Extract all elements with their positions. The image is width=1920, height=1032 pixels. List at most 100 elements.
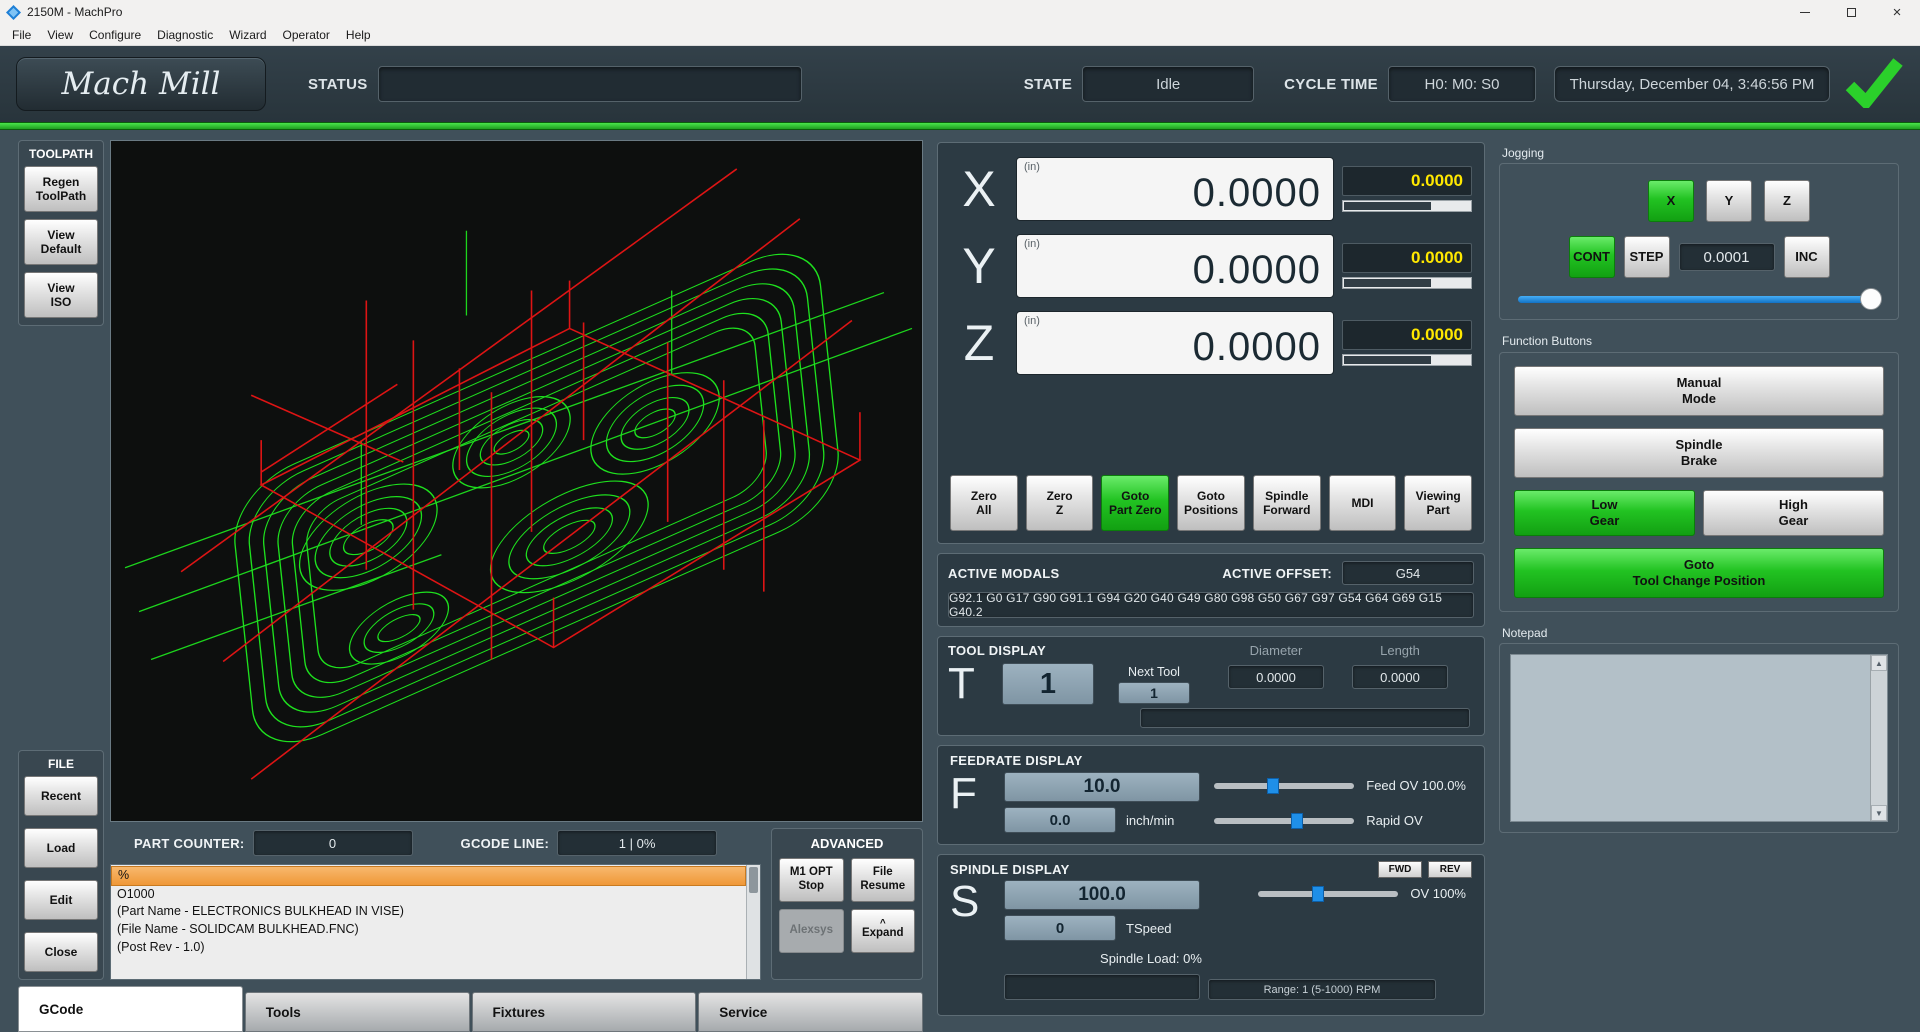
tab-tools[interactable]: Tools [244, 992, 470, 1032]
viewing-part-button[interactable]: Viewing Part [1404, 475, 1473, 531]
axis-z-dro[interactable]: (in) 0.0000 [1016, 311, 1334, 375]
menu-configure[interactable]: Configure [81, 28, 149, 42]
jogging-label: Jogging [1502, 146, 1545, 160]
spindle-forward-button[interactable]: Spindle Forward [1252, 475, 1321, 531]
menu-file[interactable]: File [4, 28, 39, 42]
jog-rate-slider-thumb[interactable] [1860, 288, 1882, 310]
jog-inc-button[interactable]: INC [1783, 236, 1830, 278]
jog-axis-y-button[interactable]: Y [1706, 180, 1752, 222]
gcode-line-current: % [111, 866, 746, 886]
scroll-down-icon[interactable]: ▼ [1871, 805, 1887, 821]
feedrate-title: FEEDRATE DISPLAY [950, 753, 1083, 768]
part-counter-label: PART COUNTER: [134, 835, 245, 851]
axis-x-scrollbar-thumb[interactable] [1344, 202, 1432, 210]
tab-service[interactable]: Service [698, 992, 923, 1032]
rapid-ov-slider[interactable] [1214, 812, 1355, 829]
axis-x-dtg-value: 0.0000 [1342, 166, 1472, 196]
rapid-ov-slider-knob[interactable] [1291, 812, 1304, 829]
app-header: Mach Mill STATUS STATE Idle CYCLE TIME H… [0, 46, 1920, 122]
brand-logo: Mach Mill [16, 57, 266, 111]
notepad-textarea[interactable]: ▲ ▼ [1510, 654, 1888, 822]
spindle-load-label: Spindle Load: 0% [1100, 951, 1202, 966]
toolpath-canvas[interactable] [110, 140, 923, 822]
goto-positions-button[interactable]: Goto Positions [1177, 475, 1245, 531]
gcode-scrollbar-thumb[interactable] [749, 867, 758, 893]
gcode-scrollbar[interactable] [746, 865, 760, 979]
spindle-brake-button[interactable]: Spindle Brake [1514, 428, 1884, 478]
jog-axis-z-button[interactable]: Z [1764, 180, 1810, 222]
scroll-up-icon[interactable]: ▲ [1871, 655, 1887, 671]
axis-z-scrollbar-thumb[interactable] [1344, 356, 1432, 364]
active-offset-field[interactable]: G54 [1342, 561, 1474, 585]
m1-opt-stop-button[interactable]: M1 OPT Stop [779, 858, 844, 902]
left-button-strip: TOOLPATH Regen ToolPath View Default Vie… [18, 140, 104, 980]
spindle-fwd-button[interactable]: FWD [1378, 861, 1422, 878]
axis-z-scrollbar[interactable] [1342, 354, 1472, 366]
axis-x-scrollbar[interactable] [1342, 200, 1472, 212]
menu-wizard[interactable]: Wizard [221, 28, 274, 42]
axis-y-letter: Y [962, 238, 996, 294]
function-buttons-section: Function Buttons Manual Mode Spindle Bra… [1499, 334, 1899, 612]
menu-help[interactable]: Help [338, 28, 379, 42]
expand-label: Expand [861, 927, 904, 940]
tab-fixtures[interactable]: Fixtures [471, 992, 697, 1032]
state-label: STATE [1023, 75, 1073, 93]
menu-operator[interactable]: Operator [275, 28, 338, 42]
manual-mode-button[interactable]: Manual Mode [1514, 366, 1884, 416]
file-edit-button[interactable]: Edit [24, 880, 98, 920]
notepad-scrollbar[interactable]: ▲ ▼ [1870, 655, 1887, 821]
view-iso-button[interactable]: View ISO [24, 272, 98, 318]
goto-part-zero-button[interactable]: Goto Part Zero [1101, 475, 1170, 531]
file-load-button[interactable]: Load [24, 828, 98, 868]
menu-bar: File View Configure Diagnostic Wizard Op… [0, 24, 1920, 46]
feed-ov-slider-knob[interactable] [1267, 777, 1280, 794]
regen-toolpath-button[interactable]: Regen ToolPath [24, 166, 98, 212]
jog-step-button[interactable]: STEP [1623, 236, 1670, 278]
spindle-title: SPINDLE DISPLAY [950, 862, 1070, 877]
high-gear-button[interactable]: High Gear [1703, 490, 1884, 536]
menu-diagnostic[interactable]: Diagnostic [149, 28, 221, 42]
low-gear-button[interactable]: Low Gear [1514, 490, 1695, 536]
file-resume-button[interactable]: File Resume [850, 858, 915, 902]
zero-z-button[interactable]: Zero Z [1025, 475, 1094, 531]
axis-y-scrollbar[interactable] [1342, 277, 1472, 289]
view-default-button[interactable]: View Default [24, 219, 98, 265]
axis-x-dro[interactable]: (in) 0.0000 [1016, 157, 1334, 221]
mdi-button[interactable]: MDI [1328, 475, 1397, 531]
feedrate-set-field[interactable]: 10.0 [1004, 772, 1200, 802]
spindle-set-field[interactable]: 100.0 [1004, 880, 1200, 910]
zero-all-button[interactable]: Zero All [950, 475, 1018, 531]
gcode-listing[interactable]: % O1000 (Part Name - ELECTRONICS BULKHEA… [110, 864, 761, 980]
current-tool-field: 1 [1002, 663, 1094, 705]
close-icon: × [1892, 3, 1902, 21]
axis-y-dtg-value: 0.0000 [1342, 243, 1472, 273]
maximize-button[interactable] [1828, 0, 1874, 24]
expand-button[interactable]: ^ Expand [850, 909, 915, 953]
axis-y-dro[interactable]: (in) 0.0000 [1016, 234, 1334, 298]
spindle-range-field: Range: 1 (5-1000) RPM [1208, 979, 1436, 1000]
jog-step-value-field[interactable]: 0.0001 [1678, 243, 1775, 271]
spindle-ov-slider-knob[interactable] [1311, 885, 1324, 902]
goto-tool-change-button[interactable]: Goto Tool Change Position [1514, 548, 1884, 598]
jog-axis-x-button[interactable]: X [1648, 180, 1694, 222]
dro-column: X (in) 0.0000 0.0000 Y (in) 0.0000 0.000… [937, 142, 1485, 1032]
axis-y-scrollbar-thumb[interactable] [1344, 279, 1432, 287]
jog-rate-slider[interactable] [1518, 288, 1882, 310]
jog-cont-button[interactable]: CONT [1568, 236, 1615, 278]
spindle-letter: S [950, 877, 980, 926]
notepad-label: Notepad [1502, 626, 1548, 640]
status-field [377, 66, 802, 102]
app-logo-icon [6, 4, 21, 20]
file-close-button[interactable]: Close [24, 932, 98, 972]
spindle-rev-button[interactable]: REV [1428, 861, 1472, 878]
tab-gcode[interactable]: GCode [18, 986, 243, 1032]
minimize-button[interactable] [1782, 0, 1828, 24]
close-button[interactable]: × [1874, 0, 1920, 24]
file-recent-button[interactable]: Recent [24, 776, 98, 816]
menu-view[interactable]: View [39, 28, 81, 42]
toolpath-panel: TOOLPATH Regen ToolPath View Default Vie… [18, 140, 923, 1032]
spindle-ov-slider[interactable] [1258, 885, 1399, 902]
axis-z-unit: (in) [1024, 315, 1040, 327]
window-title: 2150M - MachPro [27, 5, 123, 19]
feed-ov-slider[interactable] [1214, 777, 1355, 794]
